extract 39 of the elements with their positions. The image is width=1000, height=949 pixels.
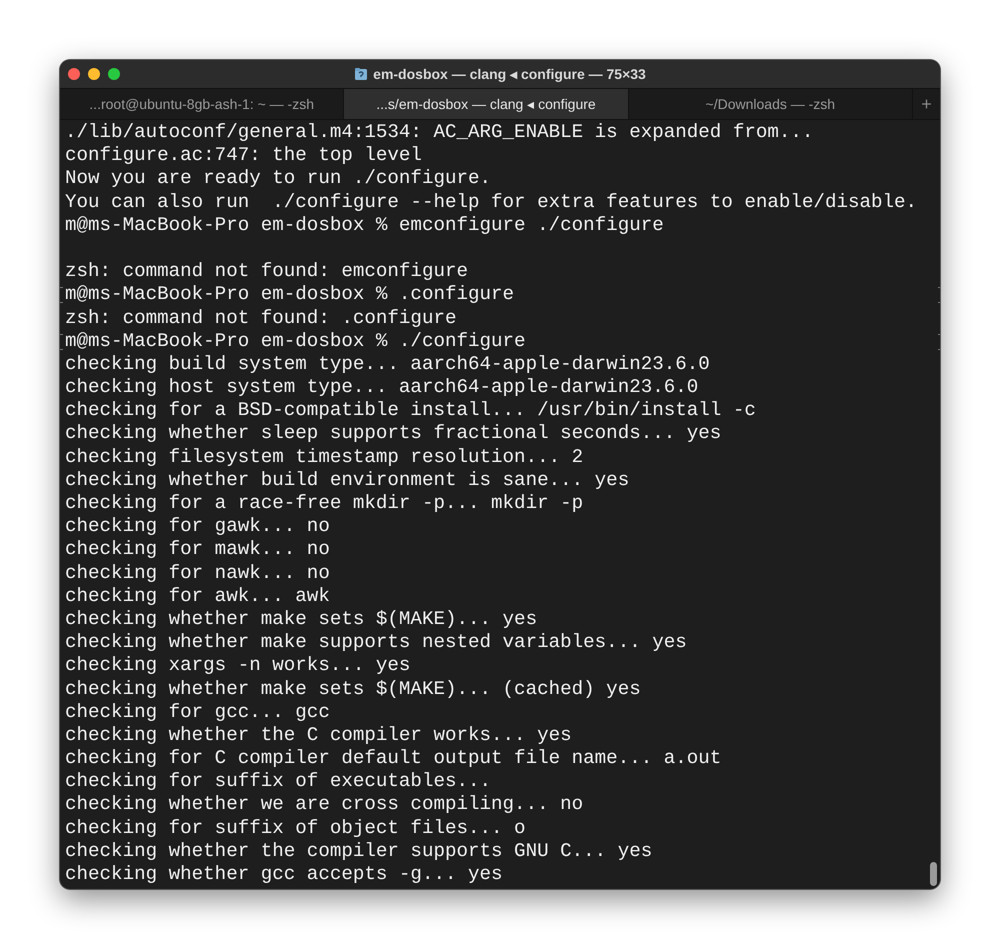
terminal-line: checking for awk... awk: [65, 584, 330, 608]
terminal-line: checking whether make supports nested variables... yes: [65, 631, 687, 654]
terminal-line: checking for gawk... no: [65, 515, 330, 538]
terminal-line: checking whether the compiler supports GNU C... yes: [65, 840, 652, 863]
terminal-line: m@ms-MacBook-Pro em-dosbox % .configure: [65, 283, 514, 306]
terminal-line: checking whether sleep supports fractional seconds... yes: [65, 422, 722, 446]
minimize-button[interactable]: [88, 68, 100, 80]
terminal-line: checking whether make sets $(MAKE)... (cached) yes: [65, 678, 641, 701]
close-button[interactable]: [68, 68, 80, 80]
terminal-line: checking for suffix of object files... o: [65, 816, 526, 840]
window-title: em-dosbox — clang ◂ configure — 75×33: [373, 66, 646, 82]
terminal-line: ./lib/autoconf/general.m4:1534: AC_ARG_ENABLE is expanded from...: [65, 121, 814, 144]
terminal-line: checking filesystem timestamp resolution... 2: [65, 446, 584, 469]
terminal-line: zsh: command not found: emconfigure: [65, 260, 468, 284]
terminal-line: checking for suffix of executables...: [65, 770, 492, 794]
terminal-line: m@ms-MacBook-Pro em-dosbox % ./configure: [65, 330, 526, 353]
terminal-line: checking xargs -n works... yes: [65, 654, 410, 678]
terminal-line: checking for gcc... gcc: [65, 700, 330, 724]
terminal-line: checking for mawk... no: [65, 538, 330, 562]
terminal-line: checking whether gcc accepts -g... yes: [65, 863, 503, 886]
terminal-line: checking host system type... aarch64-apple-darwin23.6.0: [65, 376, 698, 400]
folder-icon: [354, 67, 368, 81]
terminal-line: Now you are ready to run ./configure.: [65, 167, 492, 191]
terminal-line: checking whether the C compiler works... yes: [65, 724, 572, 748]
terminal-line: checking whether build environment is sane... yes: [65, 468, 630, 492]
terminal-line: checking whether we are cross compiling... no: [65, 793, 584, 817]
terminal-line: checking for a BSD-compatible install... /usr/bin/install -c: [65, 399, 756, 422]
scrollbar-thumb[interactable]: [930, 862, 937, 886]
terminal-line: configure.ac:747: the top level: [65, 144, 422, 168]
terminal-tab[interactable]: ...s/em-dosbox — clang ◂ configure: [344, 89, 629, 119]
terminal-line: checking for C compiler default output file name... a.out: [65, 747, 722, 770]
terminal-line: checking for a race-free mkdir -p... mkdir -p: [65, 492, 584, 516]
terminal-line: zsh: command not found: .configure: [65, 306, 456, 330]
zoom-button[interactable]: [108, 68, 120, 80]
terminal-line: checking build system type... aarch64-apple-darwin23.6.0: [65, 352, 710, 376]
terminal-line: checking for nawk... no: [65, 562, 330, 585]
terminal-line: m@ms-MacBook-Pro em-dosbox % emconfigure ./configure: [65, 214, 664, 237]
terminal-line: checking whether make sets $(MAKE)... yes: [65, 608, 538, 632]
terminal-line: You can also run ./configure --help for extra features to enable/disable.: [65, 190, 918, 214]
